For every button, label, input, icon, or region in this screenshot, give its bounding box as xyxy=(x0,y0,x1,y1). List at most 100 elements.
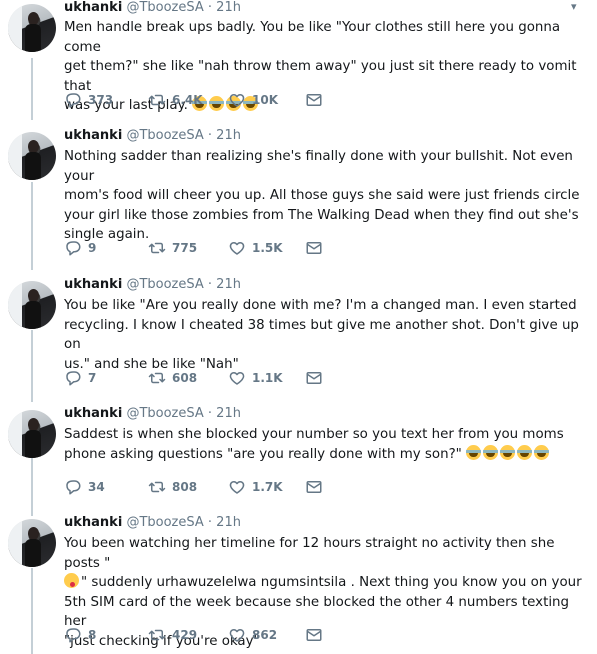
tweet[interactable]: ukhanki @TboozeSA · 21h Saddest is when … xyxy=(0,406,597,506)
display-name[interactable]: ukhanki xyxy=(64,128,122,143)
retweet-count: 608 xyxy=(172,371,198,385)
separator: · xyxy=(207,406,213,421)
display-name[interactable]: ukhanki xyxy=(64,406,122,421)
tweet-text: Saddest is when she blocked your number … xyxy=(64,425,584,464)
user-handle[interactable]: @TboozeSA xyxy=(126,277,203,292)
direct-message-button[interactable] xyxy=(305,626,329,644)
like-button[interactable]: 1.7K xyxy=(228,478,283,496)
reply-count: 9 xyxy=(88,241,97,255)
reply-icon xyxy=(66,371,81,386)
avatar[interactable] xyxy=(8,132,56,180)
retweet-button[interactable]: 608 xyxy=(148,369,197,387)
heart-icon xyxy=(229,242,245,255)
tears-of-joy-icon xyxy=(209,96,225,111)
direct-message-button[interactable] xyxy=(305,478,329,496)
reply-button[interactable]: 7 xyxy=(64,369,96,387)
separator: · xyxy=(207,0,213,15)
tweet-text: You be like "Are you really done with me… xyxy=(64,296,584,374)
tweet-line: You be like "Are you really done with me… xyxy=(64,298,577,313)
heart-icon xyxy=(229,629,245,642)
tears-of-joy-icon xyxy=(466,444,482,460)
like-button[interactable]: 1.1K xyxy=(228,369,283,387)
display-name[interactable]: ukhanki xyxy=(64,277,122,292)
reply-icon xyxy=(66,628,81,643)
user-handle[interactable]: @TboozeSA xyxy=(126,515,203,530)
envelope-icon xyxy=(306,372,322,384)
tweet-header: ukhanki @TboozeSA · 21h xyxy=(64,515,241,531)
tweet-line: mom's food will cheer you up. All those … xyxy=(64,188,580,203)
chevron-down-icon[interactable]: ▾ xyxy=(571,0,577,13)
retweet-count: 429 xyxy=(172,628,198,642)
retweet-count: 6.4K xyxy=(172,93,203,107)
avatar[interactable] xyxy=(8,4,56,52)
reply-button[interactable]: 373 xyxy=(64,91,113,109)
reply-icon xyxy=(66,93,81,108)
tweet-header: ukhanki @TboozeSA · 21h xyxy=(64,277,241,293)
retweet-count: 775 xyxy=(172,241,198,255)
like-count: 1.5K xyxy=(252,241,283,255)
reply-icon xyxy=(66,480,81,495)
reply-count: 34 xyxy=(88,480,105,494)
timestamp[interactable]: 21h xyxy=(216,0,241,15)
retweet-icon xyxy=(148,372,166,384)
timestamp[interactable]: 21h xyxy=(216,128,241,143)
tweet-line: your girl like those zombies from The Wa… xyxy=(64,207,579,223)
reply-button[interactable]: 9 xyxy=(64,239,96,257)
envelope-icon xyxy=(306,629,322,641)
tears-of-joy-icon xyxy=(534,444,550,460)
retweet-button[interactable]: 6.4K xyxy=(148,91,203,109)
tweet-header: ukhanki @TboozeSA · 21h xyxy=(64,128,241,144)
face-savoring-food-icon xyxy=(64,573,79,588)
tears-of-joy-icon xyxy=(517,444,533,460)
timestamp[interactable]: 21h xyxy=(216,277,241,292)
tweet-text: Nothing sadder than realizing she's fina… xyxy=(64,147,584,245)
display-name[interactable]: ukhanki xyxy=(64,0,122,15)
envelope-icon xyxy=(306,481,322,493)
reply-count: 373 xyxy=(88,93,114,107)
tweet-line: recycling. I know I cheated 38 times but… xyxy=(64,317,579,353)
separator: · xyxy=(207,277,213,292)
like-button[interactable]: 10K xyxy=(228,91,278,109)
tweet[interactable]: ukhanki @TboozeSA · 21h ▾ Men handle bre… xyxy=(0,0,597,120)
user-handle[interactable]: @TboozeSA xyxy=(126,0,203,15)
timestamp[interactable]: 21h xyxy=(216,406,241,421)
like-count: 10K xyxy=(252,93,278,107)
like-count: 1.1K xyxy=(252,371,283,385)
like-button[interactable]: 862 xyxy=(228,626,277,644)
user-handle[interactable]: @TboozeSA xyxy=(126,406,203,421)
direct-message-button[interactable] xyxy=(305,239,329,257)
tweet-line: Nothing sadder than realizing she's fina… xyxy=(64,149,573,184)
display-name[interactable]: ukhanki xyxy=(64,515,122,530)
reply-count: 8 xyxy=(88,628,97,642)
tweet-line-with-emoji: phone asking questions "are you really d… xyxy=(64,444,584,465)
timestamp[interactable]: 21h xyxy=(216,515,241,530)
tweet[interactable]: ukhanki @TboozeSA · 21h Nothing sadder t… xyxy=(0,128,597,268)
tweet[interactable]: ukhanki @TboozeSA · 21h You been watchin… xyxy=(0,515,597,654)
retweet-button[interactable]: 775 xyxy=(148,239,197,257)
avatar[interactable] xyxy=(8,410,56,458)
reply-button[interactable]: 34 xyxy=(64,478,105,496)
envelope-icon xyxy=(306,242,322,254)
retweet-button[interactable]: 808 xyxy=(148,478,197,496)
tweet-header: ukhanki @TboozeSA · 21h xyxy=(64,406,241,422)
reply-count: 7 xyxy=(88,371,97,385)
direct-message-button[interactable] xyxy=(305,369,329,387)
heart-icon xyxy=(229,94,245,107)
reply-button[interactable]: 8 xyxy=(64,626,96,644)
retweet-button[interactable]: 429 xyxy=(148,626,197,644)
heart-icon xyxy=(229,481,245,494)
retweet-icon xyxy=(148,242,166,254)
separator: · xyxy=(207,128,213,143)
tweet-line: Saddest is when she blocked your number … xyxy=(64,427,564,442)
avatar[interactable] xyxy=(8,281,56,329)
tweet[interactable]: ukhanki @TboozeSA · 21h You be like "Are… xyxy=(0,277,597,397)
like-count: 862 xyxy=(252,628,278,642)
tears-of-joy-icon xyxy=(500,444,516,460)
direct-message-button[interactable] xyxy=(305,91,329,109)
user-handle[interactable]: @TboozeSA xyxy=(126,128,203,143)
like-button[interactable]: 1.5K xyxy=(228,239,283,257)
tweet-line: You been watching her timeline for 12 ho… xyxy=(64,536,555,571)
avatar[interactable] xyxy=(8,519,56,567)
tweet-line-with-emoji: " suddenly urhawuzelelwa ngumsintsila . … xyxy=(64,573,584,593)
reply-icon xyxy=(66,241,81,256)
